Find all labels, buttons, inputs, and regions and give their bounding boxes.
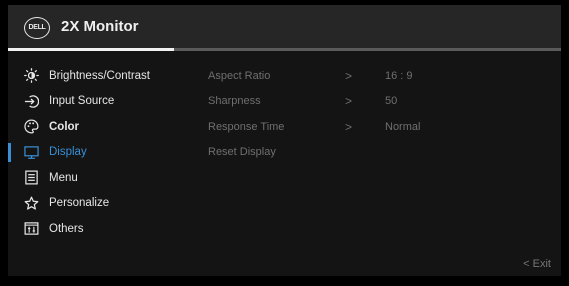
menu-item-input-source[interactable]: Input Source: [8, 89, 198, 115]
color-palette-icon: [23, 119, 39, 135]
menu-label-input-source: Input Source: [49, 95, 115, 108]
submenu-value: Normal: [385, 120, 421, 133]
display-monitor-icon: [23, 144, 39, 160]
menu-label-personalize: Personalize: [49, 197, 110, 210]
active-indicator-bar: [8, 142, 11, 162]
osd-header: DELL 2X Monitor: [8, 5, 561, 48]
submenu-row-reset-display[interactable]: Reset Display: [208, 140, 558, 166]
input-source-icon: [23, 93, 39, 109]
menu-list-icon: [23, 170, 39, 186]
monitor-title: 2X Monitor: [61, 18, 139, 35]
submenu-label: Response Time: [208, 120, 285, 133]
submenu-row-aspect-ratio[interactable]: Aspect Ratio > 16 : 9: [208, 63, 558, 89]
header-progress-track: [8, 48, 561, 51]
submenu-value: 50: [385, 95, 398, 108]
header-progress-fill: [8, 48, 174, 51]
submenu-label: Sharpness: [208, 95, 261, 108]
brightness-icon: [23, 68, 39, 84]
submenu-value: 16 : 9: [385, 69, 413, 82]
submenu-row-sharpness[interactable]: Sharpness > 50: [208, 89, 558, 115]
chevron-right-icon: >: [345, 119, 353, 134]
menu-item-brightness-contrast[interactable]: Brightness/Contrast: [8, 63, 198, 89]
dell-logo: DELL: [24, 17, 50, 39]
display-submenu: Aspect Ratio > 16 : 9 Sharpness > 50 Res…: [208, 63, 558, 165]
exit-button[interactable]: < Exit: [523, 258, 551, 270]
menu-item-menu[interactable]: Menu: [8, 165, 198, 191]
monitor-osd: DELL 2X Monitor Brightness/Contrast Inpu…: [8, 5, 561, 276]
chevron-right-icon: >: [345, 94, 353, 109]
star-icon: [23, 195, 39, 211]
menu-item-others[interactable]: Others: [8, 216, 198, 242]
submenu-label: Reset Display: [208, 146, 276, 159]
others-settings-icon: [23, 221, 39, 237]
menu-item-display[interactable]: Display: [8, 140, 198, 166]
menu-item-color[interactable]: Color: [8, 114, 198, 140]
main-menu: Brightness/Contrast Input Source Color D…: [8, 63, 198, 242]
submenu-row-response-time[interactable]: Response Time > Normal: [208, 114, 558, 140]
submenu-label: Aspect Ratio: [208, 69, 271, 82]
menu-label-brightness-contrast: Brightness/Contrast: [49, 69, 150, 82]
menu-label-menu: Menu: [49, 171, 78, 184]
menu-label-color: Color: [49, 120, 80, 133]
menu-item-personalize[interactable]: Personalize: [8, 191, 198, 217]
menu-label-others: Others: [49, 222, 84, 235]
chevron-right-icon: >: [345, 68, 353, 83]
menu-label-display: Display: [49, 146, 87, 159]
